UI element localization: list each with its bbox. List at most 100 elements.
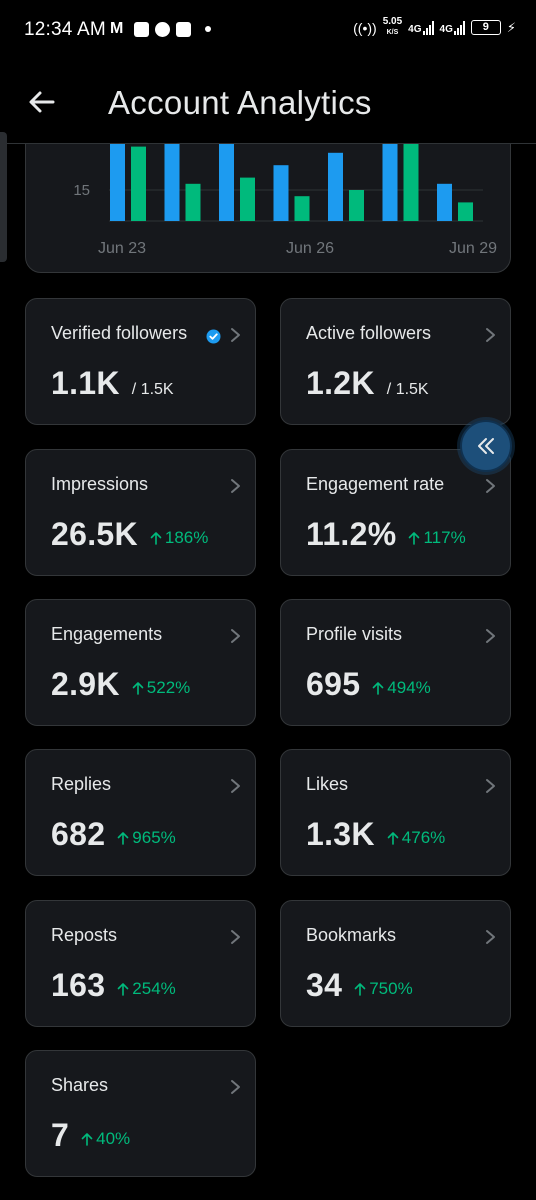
page-title: Account Analytics <box>108 84 372 121</box>
verified-badge-icon <box>206 329 221 344</box>
stat-value: 695 <box>306 666 361 702</box>
stat-card-verified-followers[interactable]: Verified followers 1.1K / 1.5K <box>25 298 256 425</box>
signal-bars-icon <box>453 20 465 35</box>
stat-change-value: 750% <box>369 979 413 998</box>
stat-value-row: 11.2% 117% <box>306 516 466 553</box>
bar-green-6[interactable] <box>458 202 473 221</box>
stat-value: 1.1K <box>51 365 120 401</box>
bar-green-3[interactable] <box>294 196 310 221</box>
stat-change: 476% <box>387 828 445 848</box>
network-type: 4G <box>408 23 422 35</box>
edge-panel-handle[interactable] <box>0 132 7 262</box>
speed-unit: K/S <box>386 29 399 36</box>
stat-label: Engagement rate <box>306 474 445 494</box>
gmail-icon: M <box>110 20 124 37</box>
stat-change-value: 117% <box>423 528 466 547</box>
stat-card-engagements[interactable]: Engagements 2.9K 522% <box>25 599 256 726</box>
stat-total: / 1.5K <box>131 381 174 398</box>
stat-label: Shares <box>51 1075 109 1095</box>
stat-change: 254% <box>117 979 176 999</box>
stat-label: Profile visits <box>306 624 403 644</box>
chevron-right-icon <box>486 930 495 944</box>
stat-card-impressions[interactable]: Impressions 26.5K 186% <box>25 449 256 576</box>
system-icons: ((•)) 5.05 K/S 4G 4G 9 ⚡ <box>353 17 516 38</box>
stat-label: Reposts <box>51 925 118 945</box>
stat-label: Engagements <box>51 624 163 644</box>
stat-value-row: 163 254% <box>51 967 176 1004</box>
stat-change: 522% <box>132 678 190 698</box>
stat-value-row: 1.1K / 1.5K <box>51 365 174 402</box>
arrow-up-icon <box>409 532 420 545</box>
arrow-up-icon <box>372 682 384 695</box>
back-arrow-icon[interactable] <box>26 86 58 118</box>
stat-value: 34 <box>306 967 343 1003</box>
stat-card-likes[interactable]: Likes 1.3K 476% <box>280 749 511 876</box>
x-tick-label: Jun 29 <box>449 240 497 257</box>
stat-change-value: 522% <box>146 678 191 697</box>
chevron-right-icon <box>231 328 240 342</box>
chevron-right-icon <box>486 328 495 342</box>
arrow-up-icon <box>117 832 129 845</box>
stat-change-value: 254% <box>132 979 176 998</box>
app-notification-icon <box>134 21 149 37</box>
stat-value-row: 2.9K 522% <box>51 666 190 703</box>
speed-value: 5.05 <box>382 16 403 27</box>
bar-blue-4[interactable] <box>328 152 343 221</box>
stat-value-row: 7 40% <box>51 1117 130 1154</box>
stat-value-row: 34 750% <box>306 967 413 1004</box>
stat-change: 965% <box>117 828 176 848</box>
stat-label: Likes <box>306 774 349 794</box>
bar-blue-6[interactable] <box>437 183 452 221</box>
stat-card-bookmarks[interactable]: Bookmarks 34 750% <box>280 900 511 1027</box>
y-tick-label: 15 <box>73 182 90 199</box>
status-bar: 12:34 AM M ((•)) 5.05 K/S 4G 4G 9 ⚡ <box>0 0 536 60</box>
stat-change: 40% <box>81 1129 130 1149</box>
x-tick-label: Jun 26 <box>286 240 334 257</box>
stat-card-reposts[interactable]: Reposts 163 254% <box>25 900 256 1027</box>
stat-value: 682 <box>51 816 106 852</box>
bar-green-2[interactable] <box>240 177 255 221</box>
stat-change: 494% <box>372 678 431 698</box>
stat-change-value: 494% <box>387 678 431 697</box>
chevron-right-icon <box>231 930 240 944</box>
arrow-up-icon <box>81 1133 93 1146</box>
stat-total: / 1.5K <box>386 381 429 398</box>
arrow-up-icon <box>354 983 366 996</box>
network-type: 4G <box>439 23 453 35</box>
stat-card-active-followers[interactable]: Active followers 1.2K / 1.5K <box>280 298 511 425</box>
x-tick-label: Jun 23 <box>98 240 146 257</box>
chevron-right-icon <box>486 479 495 493</box>
bar-green-4[interactable] <box>349 190 364 221</box>
stat-value-row: 26.5K 186% <box>51 516 208 553</box>
bar-green-0[interactable] <box>131 146 146 221</box>
stat-card-replies[interactable]: Replies 682 965% <box>25 749 256 876</box>
chevron-right-icon <box>231 479 240 493</box>
stat-change-value: 476% <box>401 828 446 847</box>
stat-value-row: 682 965% <box>51 816 176 853</box>
stat-value: 1.2K <box>306 365 375 401</box>
signal-1: 4G <box>408 20 434 35</box>
bar-green-1[interactable] <box>185 183 201 221</box>
stat-label: Verified followers <box>51 323 188 343</box>
notification-icons: M <box>110 20 211 38</box>
stat-value-row: 1.2K / 1.5K <box>306 365 429 402</box>
chevron-right-icon <box>486 629 495 643</box>
bar-blue-3[interactable] <box>273 165 289 221</box>
stat-card-profile-visits[interactable]: Profile visits 695 494% <box>280 599 511 726</box>
stat-change: 186% <box>150 528 208 548</box>
stat-change-value: 965% <box>132 828 176 847</box>
stat-card-shares[interactable]: Shares 7 40% <box>25 1050 256 1177</box>
arrow-up-icon <box>150 532 162 545</box>
app-notification-icon <box>176 21 191 37</box>
stat-label: Impressions <box>51 474 149 494</box>
chevron-right-icon <box>486 779 495 793</box>
stat-change-value: 40% <box>96 1129 131 1148</box>
chevron-right-icon <box>231 779 240 793</box>
chevron-right-icon <box>231 629 240 643</box>
stat-change: 117% <box>408 528 466 548</box>
arrow-up-icon <box>387 832 399 845</box>
stat-value: 163 <box>51 967 106 1003</box>
chevron-right-icon <box>231 1080 240 1094</box>
stat-change: 750% <box>354 979 413 999</box>
collapse-button[interactable] <box>460 420 512 472</box>
